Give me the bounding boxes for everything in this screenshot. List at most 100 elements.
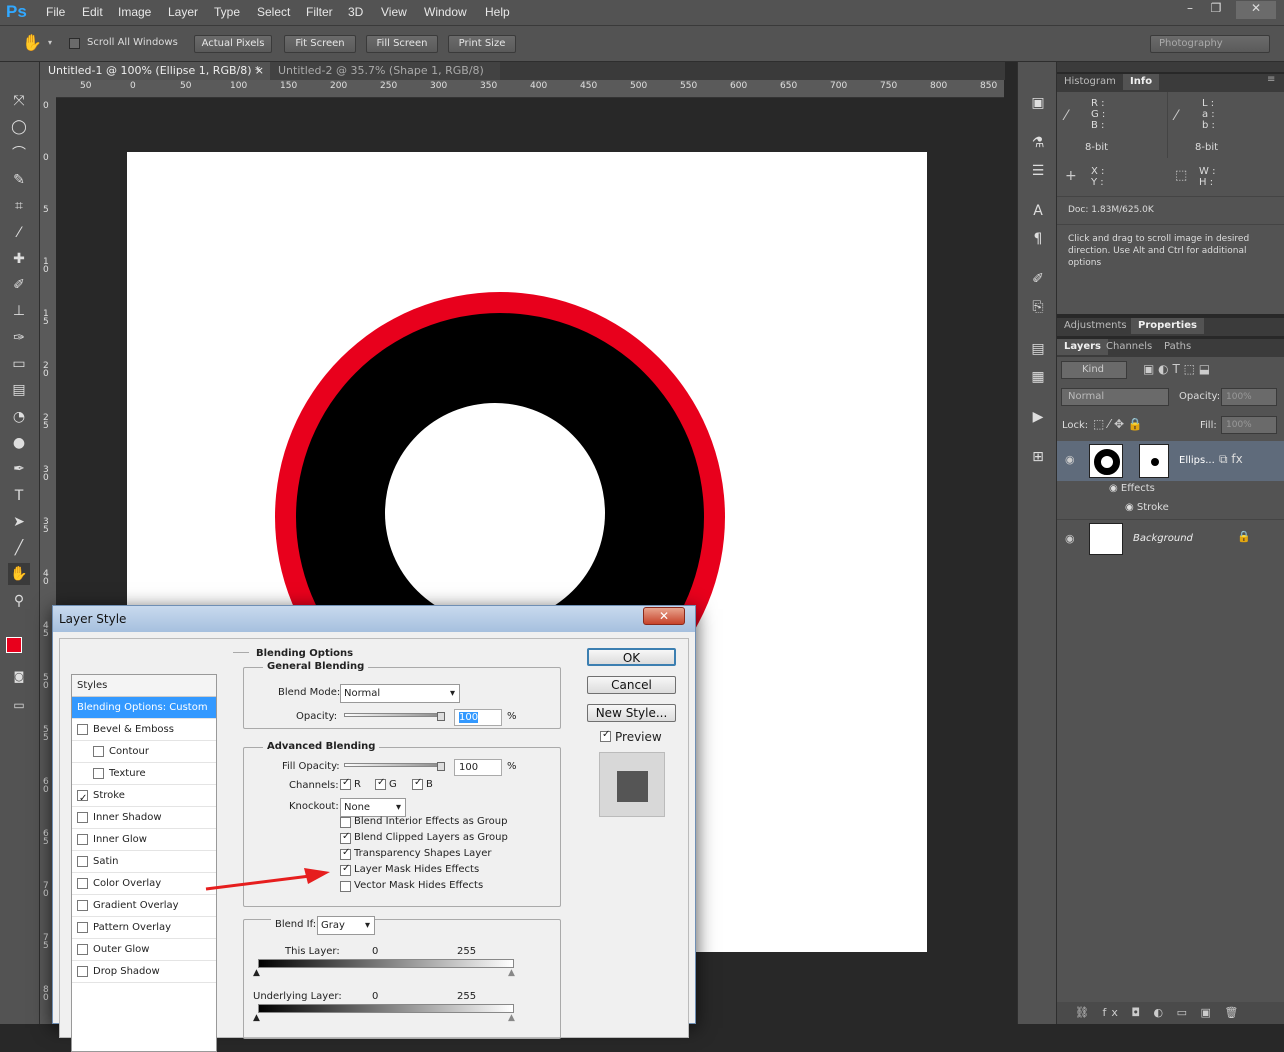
properties-icon[interactable]: ⊞	[1027, 446, 1049, 468]
history-brush-icon[interactable]: ✑	[8, 327, 30, 349]
pen-icon[interactable]: ✒	[8, 458, 30, 480]
menu-type[interactable]: Type	[214, 5, 240, 19]
hand-icon[interactable]: ✋	[8, 563, 30, 586]
tab-info[interactable]: Info	[1123, 74, 1160, 90]
style-item-contour[interactable]: Contour	[72, 741, 216, 763]
tool-presets-icon[interactable]: ⚗	[1027, 132, 1049, 154]
notes-icon[interactable]: ▦	[1027, 366, 1049, 388]
blend-mode-dropdown[interactable]: Normal	[340, 684, 460, 703]
fill-opacity-slider[interactable]	[344, 763, 444, 767]
tool-preset-chevron-icon[interactable]: ▾	[48, 38, 52, 47]
adv-checkbox-layer-mask-hides-effects[interactable]	[340, 863, 351, 876]
blur-icon[interactable]: ◔	[8, 406, 30, 428]
layer-comps-icon[interactable]: ▤	[1027, 338, 1049, 360]
style-item-color-overlay[interactable]: Color Overlay	[72, 873, 216, 895]
layer-effects-fx-icon[interactable]: ⧉ fx	[1219, 452, 1243, 467]
menu-filter[interactable]: Filter	[306, 5, 333, 19]
this-layer-black-thumb[interactable]: ▲	[253, 968, 260, 978]
move-tool-icon[interactable]: ⤧	[8, 90, 30, 112]
quick-mask-icon[interactable]: ◙	[8, 666, 30, 688]
type-icon[interactable]: T	[8, 485, 30, 507]
style-checkbox[interactable]	[93, 768, 104, 779]
menu-window[interactable]: Window	[424, 5, 467, 19]
brush-icon[interactable]: ✐	[8, 274, 30, 296]
visibility-eye-icon[interactable]: ◉	[1065, 453, 1075, 466]
underlying-black-thumb[interactable]: ▲	[253, 1013, 260, 1023]
tab-untitled-2[interactable]: Untitled-2 @ 35.7% (Shape 1, RGB/8) * ×	[270, 62, 500, 95]
style-item-pattern-overlay[interactable]: Pattern Overlay	[72, 917, 216, 939]
adv-checkbox-blend-clipped-layers-as-group[interactable]	[340, 831, 351, 844]
style-item-bevel-emboss[interactable]: Bevel & Emboss	[72, 719, 216, 741]
layer-filter-kind[interactable]: Kind	[1061, 361, 1127, 379]
this-layer-gradient[interactable]	[258, 959, 514, 968]
tab-close-icon[interactable]: ×	[255, 62, 264, 80]
character-icon[interactable]: A	[1027, 200, 1049, 222]
menu-image[interactable]: Image	[118, 5, 151, 19]
history-icon[interactable]: ▣	[1027, 92, 1049, 114]
visibility-eye-icon[interactable]: ◉	[1065, 532, 1075, 545]
ok-button[interactable]: OK	[587, 648, 676, 666]
clone-icon[interactable]: ⎘	[1027, 296, 1049, 318]
style-checkbox[interactable]	[77, 724, 88, 735]
opacity-slider-thumb[interactable]	[437, 712, 445, 721]
scroll-all-windows-checkbox[interactable]	[69, 38, 80, 49]
tab-adjustments[interactable]: Adjustments	[1057, 318, 1134, 334]
preview-checkbox[interactable]	[600, 729, 611, 742]
channel-r-checkbox[interactable]	[340, 777, 351, 790]
layer-row-ellipse[interactable]: ◉ Ellips... ⧉ fx	[1057, 441, 1284, 481]
close-window-button[interactable]: ✕	[1236, 1, 1276, 19]
menu-help[interactable]: Help	[485, 5, 510, 19]
opacity-input[interactable]: 100%	[1221, 388, 1277, 406]
fill-input[interactable]: 100%	[1221, 416, 1277, 434]
underlying-white-thumb[interactable]: ▲	[508, 1013, 515, 1023]
style-item-inner-glow[interactable]: Inner Glow	[72, 829, 216, 851]
lasso-icon[interactable]: ⌒	[8, 143, 30, 165]
style-checkbox[interactable]	[77, 812, 88, 823]
adjust-icon[interactable]: ☰	[1027, 160, 1049, 182]
workspace-select[interactable]: Photography	[1150, 35, 1270, 53]
fill-screen-button[interactable]: Fill Screen	[366, 35, 438, 53]
healing-icon[interactable]: ✚	[8, 248, 30, 270]
tab-histogram[interactable]: Histogram	[1057, 74, 1123, 90]
new-style-button[interactable]: New Style...	[587, 704, 676, 722]
underlying-gradient[interactable]	[258, 1004, 514, 1013]
opacity-slider[interactable]	[344, 713, 444, 717]
style-item-drop-shadow[interactable]: Drop Shadow	[72, 961, 216, 983]
paragraph-icon[interactable]: ¶	[1027, 228, 1049, 250]
stroke-effect-row[interactable]: ◉ Stroke	[1125, 502, 1169, 513]
style-checkbox[interactable]	[77, 834, 88, 845]
print-size-button[interactable]: Print Size	[448, 35, 516, 53]
blend-if-dropdown[interactable]: Gray	[317, 916, 375, 935]
knockout-dropdown[interactable]: None	[340, 798, 406, 817]
style-item-outer-glow[interactable]: Outer Glow	[72, 939, 216, 961]
tab-untitled-1[interactable]: Untitled-1 @ 100% (Ellipse 1, RGB/8) * ×	[40, 62, 270, 80]
menu-file[interactable]: File	[46, 5, 65, 19]
hand-tool-icon[interactable]: ✋	[22, 33, 42, 52]
dialog-close-button[interactable]: ✕	[643, 607, 685, 625]
opacity-input[interactable]: 100	[454, 709, 502, 726]
menu-layer[interactable]: Layer	[168, 5, 198, 19]
lock-icons[interactable]: ⬚ ⁄ ✥ 🔒	[1093, 417, 1143, 431]
style-checkbox[interactable]	[77, 966, 88, 977]
fill-opacity-slider-thumb[interactable]	[437, 762, 445, 771]
blend-mode-select[interactable]: Normal	[1061, 388, 1169, 406]
eraser-icon[interactable]: ▭	[8, 353, 30, 375]
adv-checkbox-transparency-shapes-layer[interactable]	[340, 847, 351, 860]
line-icon[interactable]: ╱	[8, 537, 30, 559]
minimize-button[interactable]: –	[1177, 1, 1203, 19]
style-checkbox[interactable]	[77, 878, 88, 889]
eyedropper-icon[interactable]: ⁄	[8, 222, 30, 244]
adv-checkbox-blend-interior-effects-as-group[interactable]	[340, 817, 351, 828]
style-checkbox[interactable]	[93, 746, 104, 757]
style-item-stroke[interactable]: Stroke	[72, 785, 216, 809]
crop-icon[interactable]: ⌗	[8, 195, 30, 217]
tab-paths[interactable]: Paths	[1157, 339, 1198, 355]
tab-channels[interactable]: Channels	[1099, 339, 1159, 355]
effects-row[interactable]: ◉ Effects	[1109, 483, 1155, 494]
menu-edit[interactable]: Edit	[82, 5, 103, 19]
style-item-blending-options-custom[interactable]: Blending Options: Custom	[72, 697, 216, 719]
ellipse-marquee-icon[interactable]: ◯	[8, 116, 30, 138]
screen-mode-icon[interactable]: ▭	[8, 694, 30, 716]
menu-3d[interactable]: 3D	[348, 5, 363, 19]
dodge-icon[interactable]: ●	[8, 432, 30, 454]
